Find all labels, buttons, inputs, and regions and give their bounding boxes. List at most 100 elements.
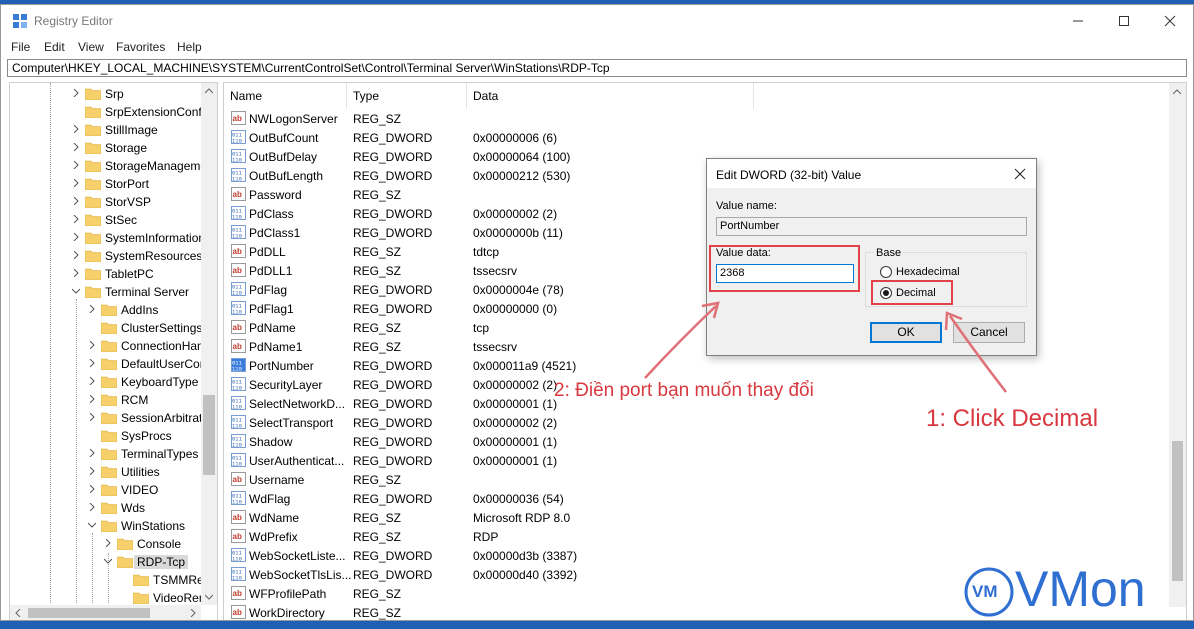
chevron-right-icon[interactable]: [88, 503, 96, 511]
value-row[interactable]: 011 110 UserAuthenticat... REG_DWORD 0x00000…: [224, 451, 1164, 470]
value-type: REG_SZ: [353, 245, 402, 259]
dword-value-icon: 011110: [231, 225, 246, 239]
tree-node[interactable]: SrpExtensionConfi: [10, 103, 210, 121]
chevron-right-icon[interactable]: [88, 467, 96, 475]
chevron-right-icon[interactable]: [88, 485, 96, 493]
string-value-icon: ab: [231, 263, 246, 277]
chevron-down-icon[interactable]: [104, 557, 112, 565]
tree-vertical-scrollbar[interactable]: [201, 83, 217, 605]
chevron-right-icon[interactable]: [104, 539, 112, 547]
tree-node[interactable]: SystemInformation: [10, 229, 210, 247]
chevron-right-icon[interactable]: [88, 449, 96, 457]
value-row[interactable]: 011 110 Shadow REG_DWORD 0x00000001 (1): [224, 432, 1164, 451]
tree-node[interactable]: VIDEO: [10, 481, 210, 499]
tree-node[interactable]: SysProcs: [10, 427, 210, 445]
tree-node[interactable]: Console: [10, 535, 210, 553]
tree-node[interactable]: DefaultUserCon: [10, 355, 210, 373]
dword-value-icon: 011110: [231, 434, 246, 448]
tree-node[interactable]: AddIns: [10, 301, 210, 319]
folder-icon: [117, 556, 133, 568]
chevron-right-icon[interactable]: [72, 161, 80, 169]
cancel-button[interactable]: Cancel: [953, 322, 1025, 343]
tree-scroll-thumb[interactable]: [203, 395, 215, 475]
chevron-right-icon[interactable]: [72, 251, 80, 259]
chevron-right-icon[interactable]: [72, 215, 80, 223]
tree-hscroll-thumb[interactable]: [28, 608, 150, 618]
tree-node-label: SysProcs: [121, 429, 172, 443]
chevron-right-icon[interactable]: [72, 179, 80, 187]
dword-value-icon: 011110: [231, 168, 246, 182]
address-bar[interactable]: Computer\HKEY_LOCAL_MACHINE\SYSTEM\Curre…: [7, 59, 1187, 77]
value-row[interactable]: ab Username REG_SZ: [224, 470, 1164, 489]
value-row[interactable]: ab NWLogonServer REG_SZ: [224, 109, 1164, 128]
maximize-button[interactable]: [1101, 5, 1147, 37]
chevron-right-icon[interactable]: [72, 143, 80, 151]
tree-node[interactable]: SystemResources: [10, 247, 210, 265]
column-header-type[interactable]: Type: [347, 83, 467, 109]
chevron-right-icon[interactable]: [88, 341, 96, 349]
chevron-down-icon[interactable]: [88, 521, 96, 529]
tree-node[interactable]: StorVSP: [10, 193, 210, 211]
value-row[interactable]: ab WdName REG_SZ Microsoft RDP 8.0: [224, 508, 1164, 527]
value-row[interactable]: 011 110 PortNumber REG_DWORD 0x000011a9 (452…: [224, 356, 1164, 375]
chevron-right-icon[interactable]: [88, 359, 96, 367]
menu-view[interactable]: View: [78, 40, 104, 54]
value-name: PortNumber: [249, 359, 314, 373]
tree-node[interactable]: StorPort: [10, 175, 210, 193]
menu-file[interactable]: File: [11, 40, 30, 54]
tree-node[interactable]: TabletPC: [10, 265, 210, 283]
hexadecimal-label[interactable]: Hexadecimal: [896, 266, 960, 278]
chevron-right-icon[interactable]: [88, 305, 96, 313]
tree-node[interactable]: ConnectionHan: [10, 337, 210, 355]
chevron-right-icon[interactable]: [72, 233, 80, 241]
list-scroll-thumb[interactable]: [1172, 441, 1183, 581]
tree-node[interactable]: ClusterSettings: [10, 319, 210, 337]
ok-button[interactable]: OK: [870, 322, 942, 343]
chevron-right-icon[interactable]: [88, 395, 96, 403]
list-vertical-scrollbar[interactable]: [1169, 83, 1186, 607]
value-row[interactable]: 011 110 WdFlag REG_DWORD 0x00000036 (54): [224, 489, 1164, 508]
tree-horizontal-scrollbar[interactable]: [10, 605, 201, 620]
chevron-right-icon[interactable]: [72, 197, 80, 205]
tree-node[interactable]: TSMMRer: [10, 571, 210, 589]
minimize-button[interactable]: [1055, 5, 1101, 37]
tree-node-label: SystemResources: [105, 249, 203, 263]
tree-node[interactable]: WinStations: [10, 517, 210, 535]
chevron-right-icon[interactable]: [72, 125, 80, 133]
svg-text:110: 110: [232, 499, 242, 506]
chevron-right-icon[interactable]: [72, 269, 80, 277]
tree-node[interactable]: Terminal Server: [10, 283, 210, 301]
menu-favorites[interactable]: Favorites: [116, 40, 165, 54]
menu-help[interactable]: Help: [177, 40, 202, 54]
value-row[interactable]: ab WdPrefix REG_SZ RDP: [224, 527, 1164, 546]
dialog-close-icon[interactable]: [1010, 164, 1030, 184]
chevron-down-icon[interactable]: [72, 287, 80, 295]
tree-node[interactable]: StSec: [10, 211, 210, 229]
column-header-name[interactable]: Name: [224, 83, 347, 109]
tree-node-label: KeyboardType M: [121, 375, 212, 389]
value-row[interactable]: 011 110 OutBufCount REG_DWORD 0x00000006 (6): [224, 128, 1164, 147]
values-list[interactable]: Name Type Data ab NWLogonServer REG_SZ 011 1…: [223, 82, 1187, 620]
registry-tree[interactable]: Srp SrpExtensionConfi StillImage Storage Sto…: [9, 82, 218, 620]
tree-node[interactable]: StorageManageme: [10, 157, 210, 175]
chevron-right-icon[interactable]: [72, 89, 80, 97]
close-button[interactable]: [1147, 5, 1193, 37]
close-icon: [1164, 15, 1176, 27]
tree-node[interactable]: KeyboardType M: [10, 373, 212, 391]
tree-node[interactable]: SessionArbitrati: [10, 409, 210, 427]
tree-node[interactable]: RDP-Tcp: [10, 553, 210, 571]
tree-node[interactable]: Srp: [10, 85, 210, 103]
chevron-right-icon[interactable]: [88, 377, 96, 385]
tree-node[interactable]: Storage: [10, 139, 210, 157]
tree-node[interactable]: TerminalTypes: [10, 445, 210, 463]
folder-icon: [101, 394, 117, 406]
hexadecimal-radio[interactable]: [880, 266, 892, 278]
value-name-field: PortNumber: [716, 217, 1027, 236]
tree-node[interactable]: Utilities: [10, 463, 210, 481]
chevron-right-icon[interactable]: [88, 413, 96, 421]
column-header-data[interactable]: Data: [467, 83, 754, 109]
tree-node[interactable]: Wds: [10, 499, 210, 517]
menu-edit[interactable]: Edit: [44, 40, 65, 54]
tree-node[interactable]: StillImage: [10, 121, 210, 139]
tree-node[interactable]: RCM: [10, 391, 210, 409]
